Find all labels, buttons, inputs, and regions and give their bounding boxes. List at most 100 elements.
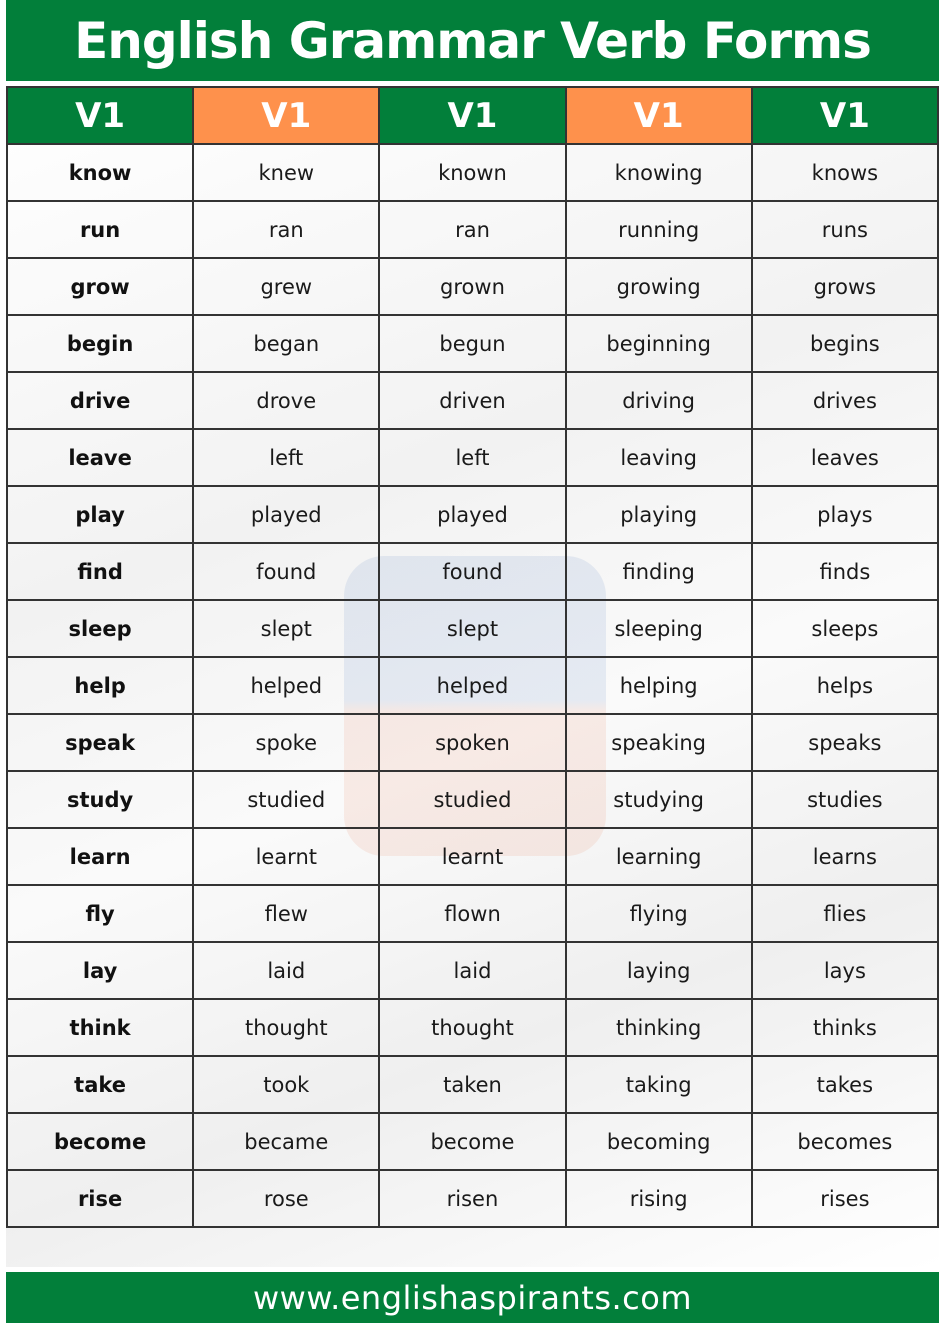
verb-form-cell: ran <box>192 200 381 259</box>
verb-form-cell: becoming <box>564 1112 753 1171</box>
column-header: V1 <box>192 86 381 145</box>
verb-form-cell: left <box>378 428 567 487</box>
base-verb-cell: drive <box>5 371 195 430</box>
base-verb-cell: help <box>5 656 195 715</box>
column-header: V1 <box>378 86 567 145</box>
verb-form-cell: found <box>192 542 381 601</box>
verb-form-cell: finds <box>750 542 940 601</box>
verb-form-cell: flies <box>750 884 940 943</box>
verb-forms-table-container: V1 V1 V1 V1 V1 know knew known knowing knows… <box>5 86 940 1267</box>
verb-form-cell: grows <box>750 257 940 316</box>
verb-form-cell: learning <box>564 827 753 886</box>
verb-form-cell: speaks <box>750 713 940 772</box>
base-verb-cell: fly <box>5 884 195 943</box>
verb-form-cell: took <box>192 1055 381 1114</box>
verb-form-cell: runs <box>750 200 940 259</box>
table-row: become became become becoming becomes <box>5 1112 940 1171</box>
verb-form-cell: playing <box>564 485 753 544</box>
verb-form-cell: risen <box>378 1169 567 1228</box>
verb-form-cell: slept <box>378 599 567 658</box>
verb-form-cell: helps <box>750 656 940 715</box>
base-verb-cell: take <box>5 1055 195 1114</box>
verb-form-cell: helped <box>378 656 567 715</box>
verb-form-cell: known <box>378 143 567 202</box>
column-header: V1 <box>564 86 753 145</box>
verb-form-cell: learnt <box>378 827 567 886</box>
verb-form-cell: began <box>192 314 381 373</box>
verb-form-cell: slept <box>192 599 381 658</box>
verb-form-cell: thinks <box>750 998 940 1057</box>
verb-form-cell: begins <box>750 314 940 373</box>
table-row: take took taken taking takes <box>5 1055 940 1114</box>
verb-form-cell: drove <box>192 371 381 430</box>
verb-form-cell: rose <box>192 1169 381 1228</box>
base-verb-cell: play <box>5 485 195 544</box>
verb-form-cell: helped <box>192 656 381 715</box>
table-row: think thought thought thinking thinks <box>5 998 940 1057</box>
verb-form-cell: found <box>378 542 567 601</box>
page-title: English Grammar Verb Forms <box>74 11 872 70</box>
verb-form-cell: thought <box>192 998 381 1057</box>
verb-forms-table: V1 V1 V1 V1 V1 know knew known knowing knows… <box>5 86 940 1228</box>
table-row: help helped helped helping helps <box>5 656 940 715</box>
column-header: V1 <box>5 86 195 145</box>
verb-form-cell: learns <box>750 827 940 886</box>
verb-form-cell: left <box>192 428 381 487</box>
base-verb-cell: grow <box>5 257 195 316</box>
title-banner: English Grammar Verb Forms <box>6 0 939 81</box>
verb-form-cell: driving <box>564 371 753 430</box>
table-row: sleep slept slept sleeping sleeps <box>5 599 940 658</box>
table-row: begin began begun beginning begins <box>5 314 940 373</box>
base-verb-cell: lay <box>5 941 195 1000</box>
verb-form-cell: laid <box>378 941 567 1000</box>
verb-form-cell: sleeps <box>750 599 940 658</box>
table-row: grow grew grown growing grows <box>5 257 940 316</box>
verb-form-cell: studies <box>750 770 940 829</box>
verb-form-cell: played <box>378 485 567 544</box>
verb-form-cell: running <box>564 200 753 259</box>
table-body: know knew known knowing knows run ran ran runnin… <box>5 143 940 1228</box>
verb-form-cell: sleeping <box>564 599 753 658</box>
verb-form-cell: flown <box>378 884 567 943</box>
base-verb-cell: rise <box>5 1169 195 1228</box>
verb-form-cell: ran <box>378 200 567 259</box>
verb-form-cell: studied <box>378 770 567 829</box>
verb-form-cell: become <box>378 1112 567 1171</box>
verb-form-cell: knows <box>750 143 940 202</box>
verb-form-cell: taken <box>378 1055 567 1114</box>
verb-form-cell: taking <box>564 1055 753 1114</box>
base-verb-cell: become <box>5 1112 195 1171</box>
base-verb-cell: learn <box>5 827 195 886</box>
verb-form-cell: rises <box>750 1169 940 1228</box>
verb-form-cell: rising <box>564 1169 753 1228</box>
verb-form-cell: learnt <box>192 827 381 886</box>
base-verb-cell: know <box>5 143 195 202</box>
verb-form-cell: grown <box>378 257 567 316</box>
base-verb-cell: run <box>5 200 195 259</box>
verb-form-cell: leaves <box>750 428 940 487</box>
verb-form-cell: drives <box>750 371 940 430</box>
verb-form-cell: studied <box>192 770 381 829</box>
table-row: run ran ran running runs <box>5 200 940 259</box>
verb-form-cell: flew <box>192 884 381 943</box>
website-url: www.englishaspirants.com <box>252 1278 693 1317</box>
base-verb-cell: begin <box>5 314 195 373</box>
verb-form-cell: becomes <box>750 1112 940 1171</box>
verb-form-cell: flying <box>564 884 753 943</box>
verb-form-cell: driven <box>378 371 567 430</box>
verb-form-cell: begun <box>378 314 567 373</box>
verb-form-cell: knowing <box>564 143 753 202</box>
verb-form-cell: knew <box>192 143 381 202</box>
verb-form-cell: played <box>192 485 381 544</box>
verb-form-cell: spoken <box>378 713 567 772</box>
verb-form-cell: leaving <box>564 428 753 487</box>
table-row: rise rose risen rising rises <box>5 1169 940 1228</box>
verb-form-cell: became <box>192 1112 381 1171</box>
base-verb-cell: study <box>5 770 195 829</box>
header-row: V1 V1 V1 V1 V1 <box>5 86 940 145</box>
verb-form-cell: laying <box>564 941 753 1000</box>
base-verb-cell: find <box>5 542 195 601</box>
verb-form-cell: spoke <box>192 713 381 772</box>
verb-form-cell: thought <box>378 998 567 1057</box>
verb-form-cell: thinking <box>564 998 753 1057</box>
